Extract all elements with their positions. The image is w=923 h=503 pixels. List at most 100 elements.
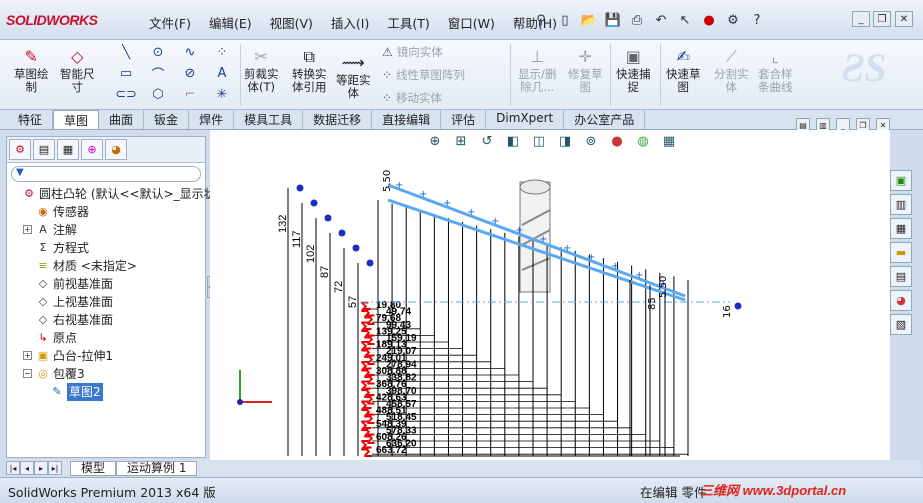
trim-button[interactable]: ✂ 剪裁实 体(T): [244, 46, 279, 94]
pin-icon[interactable]: ⚲: [530, 9, 552, 31]
tree-item[interactable]: ≡ 材质 <未指定>: [7, 257, 205, 275]
tab-data-migration[interactable]: 数据迁移: [303, 110, 373, 129]
file-explorer-icon[interactable]: ▦: [890, 218, 912, 239]
tree-item[interactable]: ✎ 草图2: [7, 383, 205, 401]
menu-file[interactable]: 文件(F): [140, 10, 200, 34]
appearances-icon[interactable]: ◕: [890, 290, 912, 311]
move-button[interactable]: ⁘ 移动实体: [382, 90, 442, 106]
tree-item[interactable]: − ◎ 包覆3: [7, 365, 205, 383]
circle-icon[interactable]: ⊙: [142, 42, 174, 63]
rectangle-icon[interactable]: ▭: [110, 63, 142, 84]
dimxpert-tab-icon[interactable]: ⊕: [81, 139, 103, 160]
tab-model[interactable]: 模型: [70, 460, 117, 476]
minimize-button[interactable]: _: [852, 11, 870, 27]
tree-item[interactable]: ◇ 右视基准面: [7, 311, 205, 329]
tree-item[interactable]: ◇ 前视基准面: [7, 275, 205, 293]
ellipse-icon[interactable]: ⊘: [174, 63, 206, 84]
close-button[interactable]: ✕: [895, 11, 913, 27]
menu-tools[interactable]: 工具(T): [378, 10, 438, 34]
zoom-area-icon[interactable]: ⊞: [451, 131, 471, 151]
menu-insert[interactable]: 插入(I): [322, 10, 378, 34]
select-icon[interactable]: ↖: [674, 9, 696, 31]
section-view-icon[interactable]: ◧: [503, 131, 523, 151]
tab-direct-editing[interactable]: 直接编辑: [372, 110, 442, 129]
sketch-button[interactable]: ✎ 草图绘 制: [14, 46, 49, 94]
convert-entities-button[interactable]: ⧉ 转换实 体引用: [292, 46, 327, 94]
scene-icon[interactable]: ◍: [633, 131, 653, 151]
print-icon[interactable]: ⎙: [626, 9, 648, 31]
text-icon[interactable]: A: [206, 63, 238, 84]
display-style-icon[interactable]: ◨: [555, 131, 575, 151]
hide-show-icon[interactable]: ⊚: [581, 131, 601, 151]
design-library-icon[interactable]: ▥: [890, 194, 912, 215]
mirror-button[interactable]: ⚠ 镜向实体: [382, 44, 443, 60]
previous-view-icon[interactable]: ↺: [477, 131, 497, 151]
graphics-area[interactable]: ⊕ ⊞ ↺ ◧ ◫ ◨ ⊚ ● ◍ ▦ 19.80 Σ 49.74 Σ 79.68 Σ 99…: [210, 130, 890, 461]
spline-icon[interactable]: ∿: [174, 42, 206, 63]
tab-features[interactable]: 特征: [8, 110, 54, 129]
tab-evaluate[interactable]: 评估: [441, 110, 487, 129]
open-icon[interactable]: 📂: [578, 9, 600, 31]
view-orientation-icon[interactable]: ◫: [529, 131, 549, 151]
expand-icon[interactable]: +: [23, 351, 32, 360]
menu-window[interactable]: 窗口(W): [439, 10, 504, 34]
feature-tree-tab-icon[interactable]: ⚙: [9, 139, 31, 160]
tree-item[interactable]: Σ 方程式: [7, 239, 205, 257]
menu-edit[interactable]: 编辑(E): [200, 10, 261, 34]
options-icon[interactable]: ⚙: [722, 9, 744, 31]
tab-sketch[interactable]: 草图: [53, 110, 100, 129]
appearance-icon[interactable]: ●: [607, 131, 627, 151]
tree-item[interactable]: ◇ 上视基准面: [7, 293, 205, 311]
tab-surfaces[interactable]: 曲面: [99, 110, 145, 129]
first-tab-icon[interactable]: |◂: [6, 461, 20, 475]
repair-sketch-button[interactable]: ✛ 修复草 图: [568, 46, 603, 94]
resources-icon[interactable]: ▣: [890, 170, 912, 191]
collapse-icon[interactable]: −: [23, 369, 32, 378]
offset-entities-button[interactable]: ⟿ 等距实 体: [336, 52, 371, 100]
expand-icon[interactable]: +: [23, 225, 32, 234]
tree-item[interactable]: + ▣ 凸台-拉伸1: [7, 347, 205, 365]
config-manager-tab-icon[interactable]: ▦: [57, 139, 79, 160]
view-palette-icon[interactable]: ▤: [890, 266, 912, 287]
prev-tab-icon[interactable]: ◂: [20, 461, 34, 475]
last-tab-icon[interactable]: ▸|: [48, 461, 62, 475]
tab-sheet-metal[interactable]: 钣金: [144, 110, 190, 129]
sketch-canvas[interactable]: 19.80Σ 49.74Σ 79.68Σ 99.43Σ 139.25Σ 159.19Σ 18…: [210, 130, 890, 461]
rebuild-icon[interactable]: ●: [698, 9, 720, 31]
new-file-icon[interactable]: ▯: [554, 9, 576, 31]
line-icon[interactable]: ╲: [110, 42, 142, 63]
fit-spline-button[interactable]: ⌞ 套合样 条曲线: [758, 46, 793, 94]
tree-filter[interactable]: ▼: [11, 166, 201, 182]
quick-snap-button[interactable]: ▣ 快速捕 捉: [616, 46, 651, 94]
tab-mold-tools[interactable]: 模具工具: [234, 110, 304, 129]
custom-properties-icon[interactable]: ▧: [890, 314, 912, 335]
rapid-sketch-button[interactable]: ✍ 快速草 图: [666, 46, 701, 94]
restore-button[interactable]: ❐: [873, 11, 891, 27]
point-icon[interactable]: ⁘: [206, 42, 238, 63]
menu-view[interactable]: 视图(V): [261, 10, 322, 34]
display-manager-tab-icon[interactable]: ◕: [105, 139, 127, 160]
arc-icon[interactable]: ⌒: [142, 63, 174, 84]
centerline-icon[interactable]: ✳: [206, 84, 238, 105]
zoom-fit-icon[interactable]: ⊕: [425, 131, 445, 151]
search-folder-icon[interactable]: ▬: [890, 242, 912, 263]
tab-weldments[interactable]: 焊件: [189, 110, 235, 129]
polygon-icon[interactable]: ⬡: [142, 84, 174, 105]
tree-item[interactable]: + A 注解: [7, 221, 205, 239]
tree-item[interactable]: ◉ 传感器: [7, 203, 205, 221]
tree-item[interactable]: ⚙ 圆柱凸轮 (默认<<默认>_显示状: [7, 185, 216, 203]
save-icon[interactable]: 💾: [602, 9, 624, 31]
tab-office-products[interactable]: 办公室产品: [564, 110, 646, 129]
smart-dimension-button[interactable]: ◇ 智能尺 寸: [60, 46, 95, 94]
slot-icon[interactable]: ⊂⊃: [110, 84, 142, 105]
undo-icon[interactable]: ↶: [650, 9, 672, 31]
next-tab-icon[interactable]: ▸: [34, 461, 48, 475]
help-icon[interactable]: ?: [746, 9, 768, 31]
view-settings-icon[interactable]: ▦: [659, 131, 679, 151]
split-entities-button[interactable]: ⟋ 分割实 体: [714, 46, 749, 94]
tree-item[interactable]: ↳ 原点: [7, 329, 205, 347]
property-manager-tab-icon[interactable]: ▤: [33, 139, 55, 160]
tab-dimxpert[interactable]: DimXpert: [486, 110, 565, 129]
fillet-icon[interactable]: ⌐: [174, 84, 206, 105]
tab-motion-study[interactable]: 运动算例 1: [116, 460, 198, 476]
